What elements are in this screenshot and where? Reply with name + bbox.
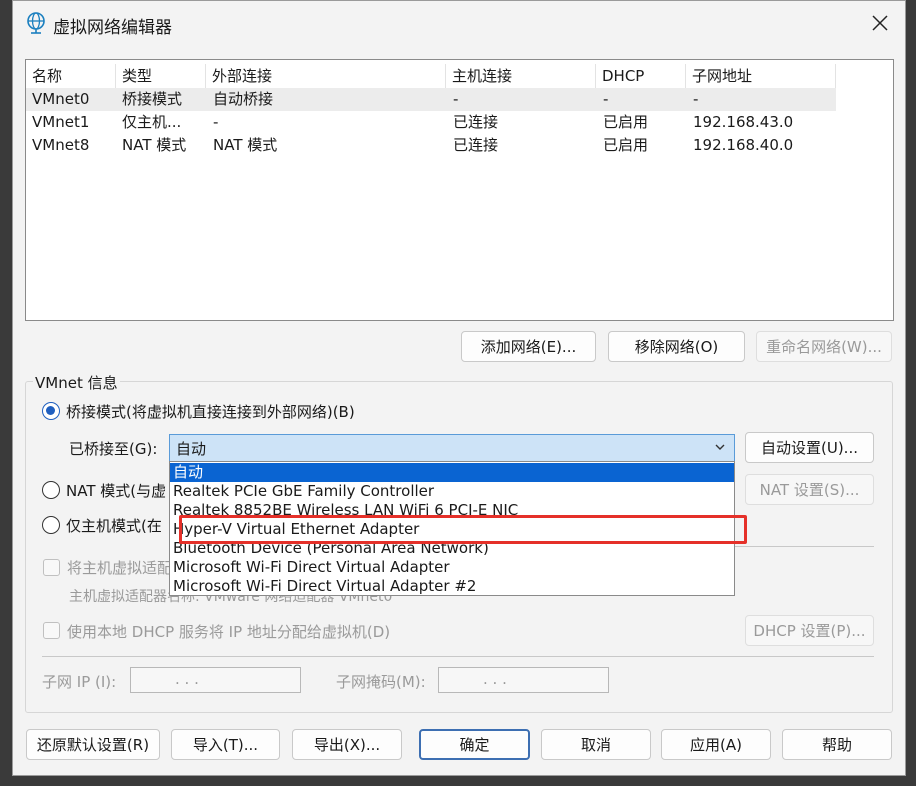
- cell-external: NAT 模式: [213, 136, 278, 154]
- bridged-to-value: 自动: [176, 440, 207, 458]
- network-globe-icon: [27, 12, 45, 34]
- bridged-mode-radio[interactable]: [42, 402, 60, 420]
- add-network-button[interactable]: 添加网络(E)...: [461, 331, 596, 362]
- column-header-type[interactable]: 类型: [116, 64, 206, 88]
- bridged-to-select[interactable]: 自动: [169, 434, 735, 462]
- dropdown-option[interactable]: Realtek PCIe GbE Family Controller: [170, 482, 734, 501]
- title-bar: 虚拟网络编辑器: [13, 1, 905, 45]
- dropdown-option[interactable]: Microsoft Wi-Fi Direct Virtual Adapter: [170, 558, 734, 577]
- subnet-mask-label: 子网掩码(M):: [336, 673, 426, 691]
- cell-host: 已连接: [453, 136, 499, 154]
- nat-mode-label[interactable]: NAT 模式(与虚: [66, 480, 166, 501]
- divider: [42, 656, 874, 657]
- window-title: 虚拟网络编辑器: [53, 18, 172, 38]
- ip-dots: . . .: [483, 670, 507, 688]
- cell-dhcp: 已启用: [603, 136, 649, 154]
- network-list[interactable]: 名称 类型 外部连接 主机连接 DHCP 子网地址 VMnet0 桥接模式 自动…: [25, 59, 894, 321]
- subnet-mask-field[interactable]: . . .: [438, 667, 609, 693]
- column-header-name[interactable]: 名称: [26, 64, 116, 88]
- host-only-label[interactable]: 仅主机模式(在: [66, 515, 162, 536]
- apply-button[interactable]: 应用(A): [661, 729, 771, 760]
- subnet-ip-label: 子网 IP (I):: [42, 673, 117, 691]
- export-button[interactable]: 导出(X)...: [292, 729, 402, 760]
- connect-host-adapter-checkbox[interactable]: [43, 559, 60, 576]
- subnet-ip-field[interactable]: . . .: [130, 667, 301, 693]
- cell-subnet: 192.168.43.0: [693, 113, 794, 131]
- cell-type: 桥接模式: [122, 90, 183, 108]
- cell-external: 自动桥接: [213, 90, 274, 108]
- rename-network-button[interactable]: 重命名网络(W)...: [756, 331, 892, 362]
- table-row[interactable]: VMnet0 桥接模式 自动桥接 - - -: [26, 88, 836, 111]
- column-header-external[interactable]: 外部连接: [206, 64, 446, 88]
- remove-network-button[interactable]: 移除网络(O): [608, 331, 745, 362]
- dhcp-label[interactable]: 使用本地 DHCP 服务将 IP 地址分配给虚拟机(D): [67, 621, 390, 642]
- nat-settings-button[interactable]: NAT 设置(S)...: [745, 474, 874, 505]
- cell-host: -: [453, 90, 459, 108]
- dhcp-checkbox[interactable]: [43, 622, 60, 639]
- nat-mode-radio[interactable]: [42, 481, 60, 499]
- cell-subnet: -: [693, 90, 699, 108]
- highlight-box: [179, 515, 747, 544]
- cell-dhcp: 已启用: [603, 113, 649, 131]
- column-header-dhcp[interactable]: DHCP: [596, 64, 686, 88]
- column-header-subnet[interactable]: 子网地址: [686, 64, 836, 88]
- cell-host: 已连接: [453, 113, 499, 131]
- table-row[interactable]: VMnet1 仅主机... - 已连接 已启用 192.168.43.0: [26, 111, 836, 134]
- auto-settings-button[interactable]: 自动设置(U)...: [745, 432, 874, 463]
- connect-host-adapter-label[interactable]: 将主机虚拟适配: [67, 557, 172, 578]
- bridged-mode-label[interactable]: 桥接模式(将虚拟机直接连接到外部网络)(B): [66, 401, 355, 422]
- close-button[interactable]: [865, 9, 895, 37]
- vmnet-info-label: VMnet 信息: [33, 372, 120, 393]
- dropdown-option-auto[interactable]: 自动: [170, 463, 734, 482]
- dhcp-settings-button[interactable]: DHCP 设置(P)...: [745, 615, 874, 646]
- import-button[interactable]: 导入(T)...: [171, 729, 280, 760]
- chevron-down-icon: [715, 444, 725, 450]
- cell-type: 仅主机...: [122, 113, 182, 131]
- cancel-button[interactable]: 取消: [541, 729, 651, 760]
- dropdown-option[interactable]: Microsoft Wi-Fi Direct Virtual Adapter #…: [170, 577, 734, 595]
- close-icon: [872, 15, 888, 31]
- ip-dots: . . .: [175, 670, 199, 688]
- virtual-network-editor-window: 虚拟网络编辑器 名称 类型 外部连接 主机连接 DHCP 子网地址 VMnet0…: [12, 0, 906, 776]
- cell-subnet: 192.168.40.0: [693, 136, 794, 154]
- table-row[interactable]: VMnet8 NAT 模式 NAT 模式 已连接 已启用 192.168.40.…: [26, 134, 836, 157]
- host-only-radio[interactable]: [42, 516, 60, 534]
- cell-type: NAT 模式: [122, 136, 187, 154]
- bridged-to-label: 已桥接至(G):: [69, 440, 158, 458]
- cell-name: VMnet8: [32, 136, 90, 154]
- ok-button[interactable]: 确定: [419, 729, 530, 760]
- cell-external: -: [213, 113, 219, 131]
- help-button[interactable]: 帮助: [782, 729, 892, 760]
- cell-name: VMnet0: [32, 90, 90, 108]
- restore-defaults-button[interactable]: 还原默认设置(R): [26, 729, 160, 760]
- column-header-host[interactable]: 主机连接: [446, 64, 596, 88]
- cell-dhcp: -: [603, 90, 609, 108]
- cell-name: VMnet1: [32, 113, 90, 131]
